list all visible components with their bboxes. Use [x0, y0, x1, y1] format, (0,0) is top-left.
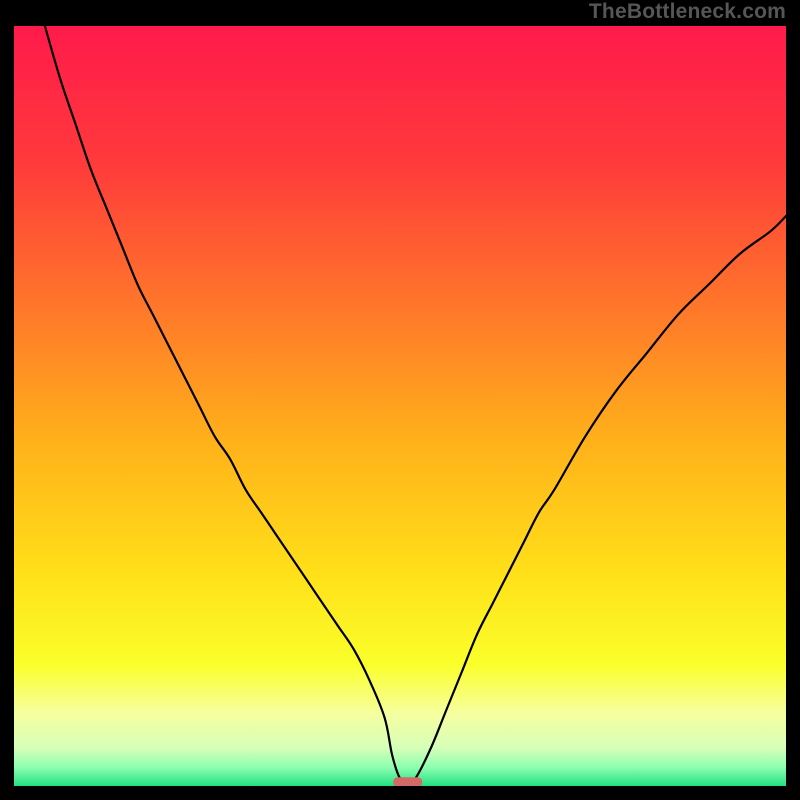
- gradient-background: [14, 26, 786, 786]
- minimum-marker: [394, 778, 422, 786]
- chart-frame: TheBottleneck.com: [0, 0, 800, 800]
- attribution-label: TheBottleneck.com: [589, 0, 786, 24]
- chart-svg: [14, 26, 786, 786]
- plot-area: [14, 26, 786, 786]
